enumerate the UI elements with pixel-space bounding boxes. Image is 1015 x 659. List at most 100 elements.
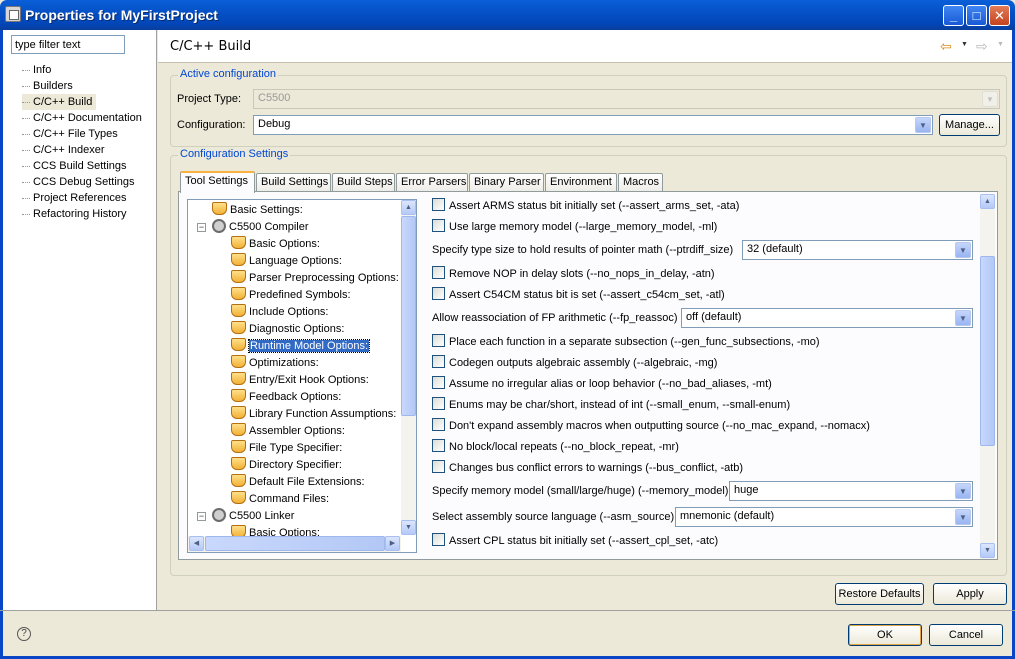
tree-item-assembler-options[interactable]: Assembler Options:	[231, 423, 345, 439]
option-algebraic[interactable]: Codegen outputs algebraic assembly (--al…	[432, 355, 717, 373]
options-vertical-scrollbar[interactable]: ▲ ▼	[980, 194, 995, 559]
checkbox[interactable]	[432, 397, 445, 410]
option-no-block-repeat[interactable]: No block/local repeats (--no_block_repea…	[432, 439, 679, 457]
option-gen-func-subsections[interactable]: Place each function in a separate subsec…	[432, 334, 820, 352]
tree-item-feedback-options[interactable]: Feedback Options:	[231, 389, 341, 405]
tree-item-directory-specifier[interactable]: Directory Specifier:	[231, 457, 342, 473]
tab-build-steps[interactable]: Build Steps	[332, 173, 395, 192]
checkbox[interactable]	[432, 460, 445, 473]
tab-build-settings[interactable]: Build Settings	[256, 173, 331, 192]
tab-error-parsers[interactable]: Error Parsers	[396, 173, 468, 192]
tree-item-runtime-model-options[interactable]: Runtime Model Options:	[231, 338, 370, 354]
collapse-icon[interactable]: −	[197, 223, 206, 232]
folder-icon	[231, 406, 246, 419]
chevron-down-icon[interactable]: ▼	[915, 117, 931, 133]
scroll-right-icon[interactable]: ▶	[385, 536, 400, 551]
checkbox[interactable]	[432, 287, 445, 300]
ok-button[interactable]: OK	[848, 624, 922, 646]
option-bus-conflict[interactable]: Changes bus conflict errors to warnings …	[432, 460, 743, 478]
tool-tree-horizontal-scrollbar[interactable]: ◀ ▶	[188, 536, 401, 552]
help-icon[interactable]: ?	[17, 627, 31, 641]
forward-history-dropdown-icon[interactable]: ▼	[997, 41, 1004, 48]
checkbox[interactable]	[432, 219, 445, 232]
sidebar-item-builders[interactable]: Builders	[22, 78, 142, 94]
checkbox[interactable]	[432, 198, 445, 211]
chevron-down-icon[interactable]: ▼	[955, 483, 971, 499]
scroll-left-icon[interactable]: ◀	[189, 536, 204, 551]
sidebar-item-info[interactable]: Info	[22, 62, 142, 78]
configuration-select[interactable]: Debug ▼	[253, 115, 933, 135]
checkbox[interactable]	[432, 266, 445, 279]
checkbox[interactable]	[432, 439, 445, 452]
sidebar-item-project-references[interactable]: Project References	[22, 190, 142, 206]
filter-input[interactable]	[11, 35, 125, 54]
minimize-button[interactable]: _	[943, 5, 964, 26]
tree-item-default-file-extensions[interactable]: Default File Extensions:	[231, 474, 365, 490]
scroll-up-icon[interactable]: ▲	[401, 200, 416, 215]
tree-item-library-function-assumptions[interactable]: Library Function Assumptions:	[231, 406, 396, 422]
sidebar-item-refactoring-history[interactable]: Refactoring History	[22, 206, 142, 222]
tree-item-predefined-symbols[interactable]: Predefined Symbols:	[231, 287, 351, 303]
tree-item-c5500-compiler[interactable]: C5500 Compiler	[212, 219, 308, 235]
tree-item-language-options[interactable]: Language Options:	[231, 253, 342, 269]
restore-defaults-button[interactable]: Restore Defaults	[835, 583, 924, 605]
tree-item-file-type-specifier[interactable]: File Type Specifier:	[231, 440, 342, 456]
manage-button[interactable]: Manage...	[939, 114, 1000, 136]
chevron-down-icon[interactable]: ▼	[955, 509, 971, 525]
close-button[interactable]: ✕	[989, 5, 1010, 26]
option-assert-cpl[interactable]: Assert CPL status bit initially set (--a…	[432, 533, 718, 551]
folder-icon	[212, 202, 227, 215]
scroll-thumb[interactable]	[980, 256, 995, 446]
option-small-enum[interactable]: Enums may be char/short, instead of int …	[432, 397, 790, 415]
tree-item-optimizations[interactable]: Optimizations:	[231, 355, 319, 371]
cancel-button[interactable]: Cancel	[929, 624, 1003, 646]
tree-item-basic-options[interactable]: Basic Options:	[231, 236, 320, 252]
tree-item-basic-settings[interactable]: Basic Settings:	[212, 202, 303, 218]
checkbox[interactable]	[432, 376, 445, 389]
scroll-up-icon[interactable]: ▲	[980, 194, 995, 209]
tab-environment[interactable]: Environment	[545, 173, 617, 192]
tool-tree-vertical-scrollbar[interactable]: ▲ ▼	[401, 200, 416, 535]
checkbox[interactable]	[432, 355, 445, 368]
scroll-down-icon[interactable]: ▼	[980, 543, 995, 558]
tree-item-c5500-linker[interactable]: C5500 Linker	[212, 508, 294, 524]
sidebar-item-cpp-build[interactable]: C/C++ Build	[22, 94, 97, 110]
checkbox[interactable]	[432, 418, 445, 431]
apply-button[interactable]: Apply	[933, 583, 1007, 605]
asm-source-select[interactable]: mnemonic (default) ▼	[675, 507, 973, 527]
option-assert-c54cm[interactable]: Assert C54CM status bit is set (--assert…	[432, 287, 725, 305]
back-history-dropdown-icon[interactable]: ▼	[961, 41, 968, 48]
checkbox[interactable]	[432, 533, 445, 546]
collapse-icon[interactable]: −	[197, 512, 206, 521]
option-large-memory-model[interactable]: Use large memory model (--large_memory_m…	[432, 219, 717, 237]
sidebar-item-cpp-documentation[interactable]: C/C++ Documentation	[22, 110, 142, 126]
chevron-down-icon[interactable]: ▼	[955, 310, 971, 326]
scroll-thumb[interactable]	[401, 216, 416, 416]
memory-model-select[interactable]: huge ▼	[729, 481, 973, 501]
maximize-button[interactable]: □	[966, 5, 987, 26]
back-arrow-icon[interactable]: ⇦	[940, 38, 952, 55]
sidebar-item-ccs-debug-settings[interactable]: CCS Debug Settings	[22, 174, 142, 190]
forward-arrow-icon[interactable]: ⇨	[976, 38, 988, 55]
scroll-thumb[interactable]	[205, 536, 385, 551]
tab-binary-parser[interactable]: Binary Parser	[469, 173, 544, 192]
fp-reassoc-select[interactable]: off (default) ▼	[681, 308, 973, 328]
tab-tool-settings[interactable]: Tool Settings	[180, 171, 255, 193]
ptrdiff-size-select[interactable]: 32 (default) ▼	[742, 240, 973, 260]
tab-macros[interactable]: Macros	[618, 173, 663, 192]
tree-item-parser-preprocessing-options[interactable]: Parser Preprocessing Options:	[231, 270, 399, 286]
option-no-bad-aliases[interactable]: Assume no irregular alias or loop behavi…	[432, 376, 772, 394]
checkbox[interactable]	[432, 334, 445, 347]
tree-item-entry-exit-hook-options[interactable]: Entry/Exit Hook Options:	[231, 372, 369, 388]
option-no-mac-expand[interactable]: Don't expand assembly macros when output…	[432, 418, 870, 436]
sidebar-item-cpp-file-types[interactable]: C/C++ File Types	[22, 126, 142, 142]
chevron-down-icon[interactable]: ▼	[955, 242, 971, 258]
option-remove-nop[interactable]: Remove NOP in delay slots (--no_nops_in_…	[432, 266, 715, 284]
tree-item-diagnostic-options[interactable]: Diagnostic Options:	[231, 321, 344, 337]
tree-item-include-options[interactable]: Include Options:	[231, 304, 329, 320]
option-assert-arms[interactable]: Assert ARMS status bit initially set (--…	[432, 198, 739, 216]
tree-item-command-files[interactable]: Command Files:	[231, 491, 329, 507]
scroll-down-icon[interactable]: ▼	[401, 520, 416, 535]
sidebar-item-cpp-indexer[interactable]: C/C++ Indexer	[22, 142, 142, 158]
sidebar-item-ccs-build-settings[interactable]: CCS Build Settings	[22, 158, 142, 174]
